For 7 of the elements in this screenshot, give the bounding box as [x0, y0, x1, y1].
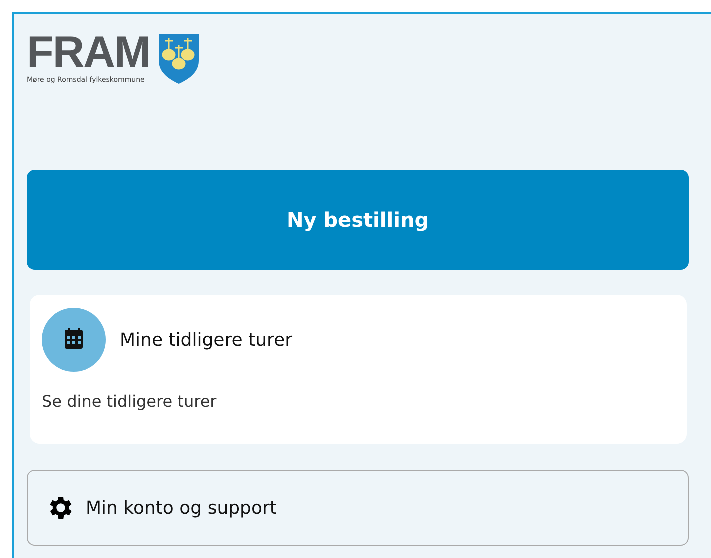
card-title[interactable]: Mine tidligere turer — [120, 330, 292, 350]
new-booking-button[interactable]: Ny bestilling — [27, 170, 689, 270]
logo-wordmark: FRAM — [27, 32, 150, 74]
calendar-icon — [42, 308, 106, 372]
card-description: Se dine tidligere turer — [42, 392, 218, 411]
account-support-button[interactable]: Min konto og support — [27, 470, 689, 546]
coat-of-arms-icon — [158, 33, 200, 85]
